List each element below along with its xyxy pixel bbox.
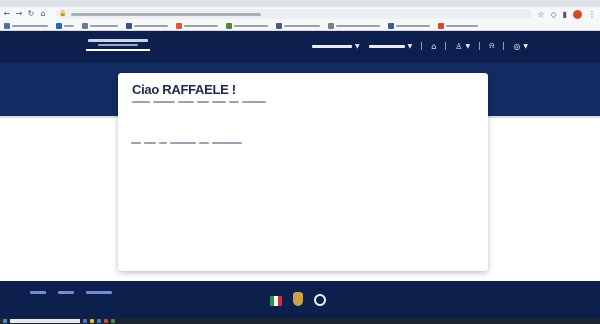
footer-link[interactable] [86,291,112,294]
lock-icon: 🔒 [59,10,67,17]
footer-link[interactable] [30,291,46,294]
main-nav: ▼ ▼ ⌂ ♙ ▼ ⍾ ◎ ▼ [311,41,528,51]
empty-state-message [131,142,242,144]
chevron-down-icon: ▼ [354,42,360,50]
bookmark-favicon-icon [56,22,62,29]
home-icon[interactable]: ⌂ [431,42,436,51]
nav-divider [421,42,423,50]
chevron-down-icon: ▼ [465,42,471,50]
bookmark-favicon-icon [82,22,88,29]
site-header: ▼ ▼ ⌂ ♙ ▼ ⍾ ◎ ▼ [0,31,600,63]
footer-link[interactable] [58,291,74,294]
bookmark-favicon-icon [4,22,10,29]
language-menu[interactable]: ◎ ▼ [513,42,528,51]
bookmark-favicon-icon [226,22,232,29]
bookmark-item[interactable] [226,22,268,29]
site-footer [0,281,600,318]
bookmark-item[interactable] [276,22,320,29]
police-emblem-icon [293,292,303,306]
side-panel-icon[interactable]: ▮ [563,10,567,19]
bookmark-item[interactable] [126,22,168,29]
republic-emblem-icon [314,294,326,306]
site-logo[interactable] [86,39,150,51]
nav-divider [503,42,505,50]
nav-divider [445,42,447,50]
reload-icon[interactable]: ↻ [26,9,36,19]
bookmark-favicon-icon [438,22,444,29]
back-icon[interactable]: ← [2,9,12,19]
browser-actions: ☆ ◇ ▮ ⋮ [537,8,596,20]
bell-icon[interactable]: ⍾ [489,41,494,51]
forward-icon[interactable]: → [14,9,24,19]
nav-menu-2[interactable]: ▼ [368,42,413,50]
taskbar-app-icon[interactable] [104,319,108,323]
bookmark-item[interactable] [438,22,478,29]
page-title: Ciao RAFFAELE ! [132,82,236,97]
taskbar-app-icon[interactable] [97,319,101,323]
user-menu[interactable]: ♙ ▼ [455,42,470,51]
footer-emblems [270,292,326,306]
taskbar-app-icon[interactable] [83,319,87,323]
bookmark-item[interactable] [388,22,430,29]
os-taskbar [0,318,600,324]
footer-links [30,291,112,294]
profile-avatar-icon[interactable] [573,9,582,19]
bookmark-favicon-icon [388,22,394,29]
bookmark-item[interactable] [176,22,218,29]
address-bar[interactable]: 🔒 [56,9,532,19]
bookmarks-bar [0,21,600,31]
globe-icon: ◎ [513,41,521,51]
taskbar-app-icon[interactable] [90,319,94,323]
taskbar-app-icon[interactable] [111,319,115,323]
content-card: Ciao RAFFAELE ! [118,73,488,271]
menu-kebab-icon[interactable]: ⋮ [588,10,596,19]
browser-toolbar: ← → ↻ ⌂ 🔒 ☆ ◇ ▮ ⋮ [0,7,600,21]
puzzle-icon[interactable]: ◇ [550,10,556,19]
subtitle-text [132,101,266,103]
bookmark-item[interactable] [4,22,48,29]
bookmark-favicon-icon [328,22,334,29]
home-icon[interactable]: ⌂ [38,9,48,19]
start-icon[interactable] [3,319,7,323]
bookmark-item[interactable] [328,22,380,29]
taskbar-search-input[interactable] [10,319,80,323]
bookmark-item[interactable] [56,22,74,29]
bookmark-favicon-icon [176,22,182,29]
bookmark-item[interactable] [82,22,118,29]
italian-flag-icon [270,296,282,306]
bookmark-favicon-icon [126,22,132,29]
nav-menu-1[interactable]: ▼ [311,42,360,50]
user-icon: ♙ [455,41,463,51]
star-icon[interactable]: ☆ [537,10,544,19]
address-bar-url-blur [71,12,261,16]
chevron-down-icon: ▼ [523,42,528,50]
browser-tab-strip [0,0,600,7]
bookmark-favicon-icon [276,22,282,29]
chevron-down-icon: ▼ [407,42,413,50]
nav-divider [479,42,481,50]
